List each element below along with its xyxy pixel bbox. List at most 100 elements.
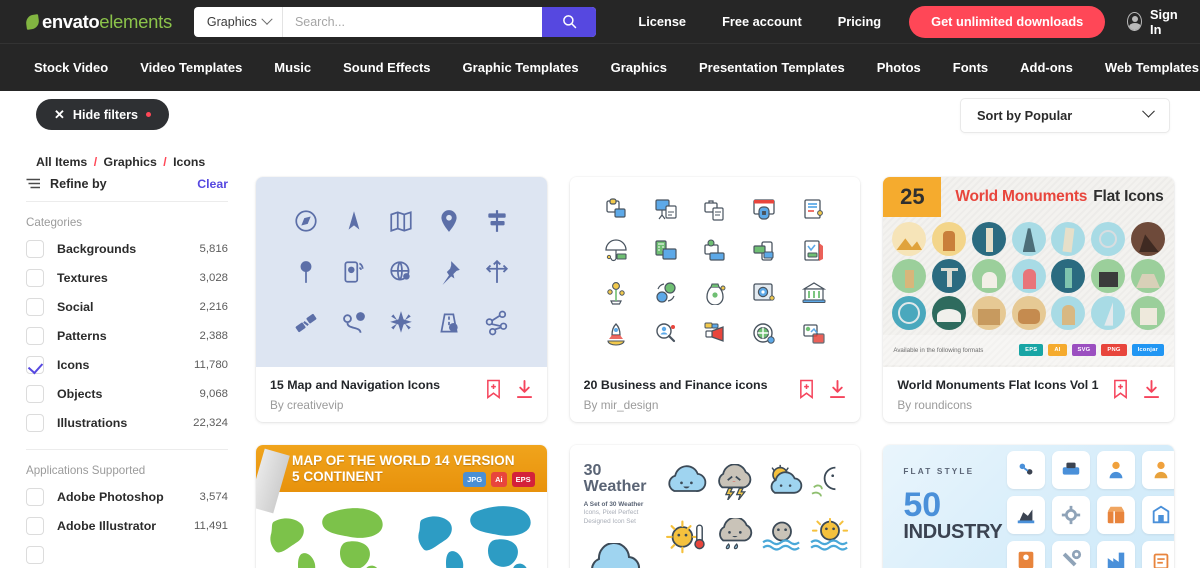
filter-option-adobe-illustrator[interactable]: Adobe Illustrator 11,491 [26, 511, 228, 540]
category-stock-video[interactable]: Stock Video [26, 60, 124, 75]
category-presentation-templates[interactable]: Presentation Templates [683, 60, 861, 75]
breadcrumb-item-all-items[interactable]: All Items [36, 155, 87, 169]
category-fonts[interactable]: Fonts [937, 60, 1004, 75]
world-map-title-line1: MAP OF THE WORLD 14 VERSION [292, 453, 515, 469]
search-input[interactable] [282, 6, 543, 37]
breadcrumb-item-icons[interactable]: Icons [173, 155, 205, 169]
filter-count: 22,324 [193, 416, 228, 429]
nav-link-free-account[interactable]: Free account [704, 14, 820, 29]
filter-label: Objects [57, 386, 103, 401]
get-unlimited-downloads-button[interactable]: Get unlimited downloads [909, 5, 1106, 38]
category-photos[interactable]: Photos [861, 60, 937, 75]
filter-option-textures[interactable]: Textures 3,028 [26, 263, 228, 292]
money-plant-icon [607, 281, 626, 305]
bookmark-plus-icon[interactable] [798, 379, 815, 400]
category-nav-bar: Stock Video Video Templates Music Sound … [0, 43, 1200, 91]
nav-link-license[interactable]: License [620, 14, 704, 29]
route-path-icon [342, 312, 365, 334]
compass-icon [295, 210, 317, 232]
hide-filters-button[interactable]: ✕ Hide filters [36, 99, 169, 130]
filter-option-adobe-photoshop[interactable]: Adobe Photoshop 3,574 [26, 482, 228, 511]
close-icon: ✕ [54, 107, 65, 122]
category-video-templates[interactable]: Video Templates [124, 60, 258, 75]
clear-filters-link[interactable]: Clear [197, 177, 228, 191]
card-footer: 15 Map and Navigation Icons By creativev… [256, 367, 547, 422]
candidate-search-icon [655, 323, 675, 343]
checkbox-backgrounds[interactable] [26, 239, 44, 258]
category-graphic-templates[interactable]: Graphic Templates [447, 60, 595, 75]
sort-dropdown[interactable]: Sort by Popular [960, 98, 1170, 133]
industry-tile-1 [1007, 451, 1046, 489]
weather-preview: 30 Weather A Set of 30 Weather Icons, Pi… [569, 445, 861, 568]
filter-option-social[interactable]: Social 2,216 [26, 292, 228, 321]
checkbox-patterns[interactable] [26, 326, 44, 345]
filter-label: Adobe Illustrator [57, 518, 157, 533]
card-thumbnail [569, 177, 861, 367]
search-submit-button[interactable] [542, 6, 597, 37]
checkbox-objects[interactable] [26, 384, 44, 403]
category-music[interactable]: Music [258, 60, 327, 75]
breadcrumb-item-graphics[interactable]: Graphics [104, 155, 157, 169]
checkbox-social[interactable] [26, 297, 44, 316]
checkbox-textures[interactable] [26, 268, 44, 287]
result-card[interactable]: 25 World Monuments Flat Icons Available … [883, 177, 1174, 422]
industry-tile-7 [1097, 496, 1136, 534]
filter-option-icons[interactable]: Icons 11,780 [26, 350, 228, 379]
card-author: By creativevip [270, 397, 344, 412]
filter-label: Icons [57, 357, 90, 372]
monument-icon-burj-al-arab [1091, 295, 1126, 330]
category-web-templates[interactable]: Web Templates [1089, 60, 1200, 75]
monument-icon-statue-of-liberty [1051, 259, 1086, 293]
result-card[interactable]: FLAT STYLE 50 INDUSTRY [883, 445, 1174, 568]
nav-link-pricing[interactable]: Pricing [820, 14, 899, 29]
filter-option-patterns[interactable]: Patterns 2,388 [26, 321, 228, 350]
download-icon[interactable] [1143, 379, 1160, 399]
download-icon[interactable] [516, 379, 533, 399]
business-icons-preview [569, 177, 861, 367]
sign-in-button[interactable]: Sign In [1127, 7, 1182, 37]
card-thumbnail [256, 177, 547, 367]
filter-option-objects[interactable]: Objects 9,068 [26, 379, 228, 408]
download-icon[interactable] [829, 379, 846, 399]
weather-cloud-large-icon [590, 541, 640, 568]
monument-icon-big-ben [971, 222, 1006, 257]
category-add-ons[interactable]: Add-ons [1004, 60, 1089, 75]
search-category-dropdown[interactable]: Graphics [194, 6, 283, 37]
bookmark-plus-icon[interactable] [485, 379, 502, 400]
world-map-graphic [270, 506, 531, 568]
weather-heading-word: Weather [583, 478, 647, 495]
checkbox-adobe-photoshop[interactable] [26, 487, 44, 506]
filter-count: 3,574 [199, 490, 228, 503]
monument-icon-london-eye [892, 295, 927, 330]
filter-option-illustrations[interactable]: Illustrations 22,324 [26, 408, 228, 437]
checkbox-partial[interactable] [26, 545, 44, 564]
filter-label: Illustrations [57, 415, 128, 430]
industry-big-number: 50 [903, 486, 942, 524]
calculator-chart-icon [655, 240, 677, 260]
envato-elements-logo[interactable]: envato elements [25, 11, 172, 33]
monument-icon-atomium [1091, 222, 1126, 257]
navigation-arrow-icon [348, 210, 359, 230]
mobile-payment-icon [753, 241, 774, 261]
result-card[interactable]: 20 Business and Finance icons By mir_des… [569, 177, 861, 422]
network-nodes-icon [485, 310, 507, 336]
monuments-icon-grid [883, 217, 1174, 335]
industry-tile-3 [1097, 451, 1136, 489]
checkbox-illustrations[interactable] [26, 413, 44, 432]
monument-icon-sydney-opera [932, 295, 967, 330]
monument-icon-christ-redeemer [932, 259, 967, 293]
result-card[interactable]: MAP OF THE WORLD 14 VERSION 5 CONTINENT … [256, 445, 547, 568]
checkbox-icons[interactable] [26, 355, 44, 374]
result-card[interactable]: 15 Map and Navigation Icons By creativev… [256, 177, 547, 422]
bookmark-plus-icon[interactable] [1112, 379, 1129, 400]
category-sound-effects[interactable]: Sound Effects [327, 60, 446, 75]
category-graphics[interactable]: Graphics [595, 60, 683, 75]
format-badge-ai: AI [1048, 344, 1067, 356]
result-card[interactable]: 30 Weather A Set of 30 Weather Icons, Pi… [569, 445, 861, 568]
industry-preview: FLAT STYLE 50 INDUSTRY [883, 445, 1174, 568]
checkbox-adobe-illustrator[interactable] [26, 516, 44, 535]
filter-option-backgrounds[interactable]: Backgrounds 5,816 [26, 234, 228, 263]
filter-option-partial[interactable] [26, 540, 228, 568]
monuments-formats-bar: Available in the following formats EPS A… [883, 335, 1174, 365]
filter-count: 11,780 [194, 358, 228, 371]
